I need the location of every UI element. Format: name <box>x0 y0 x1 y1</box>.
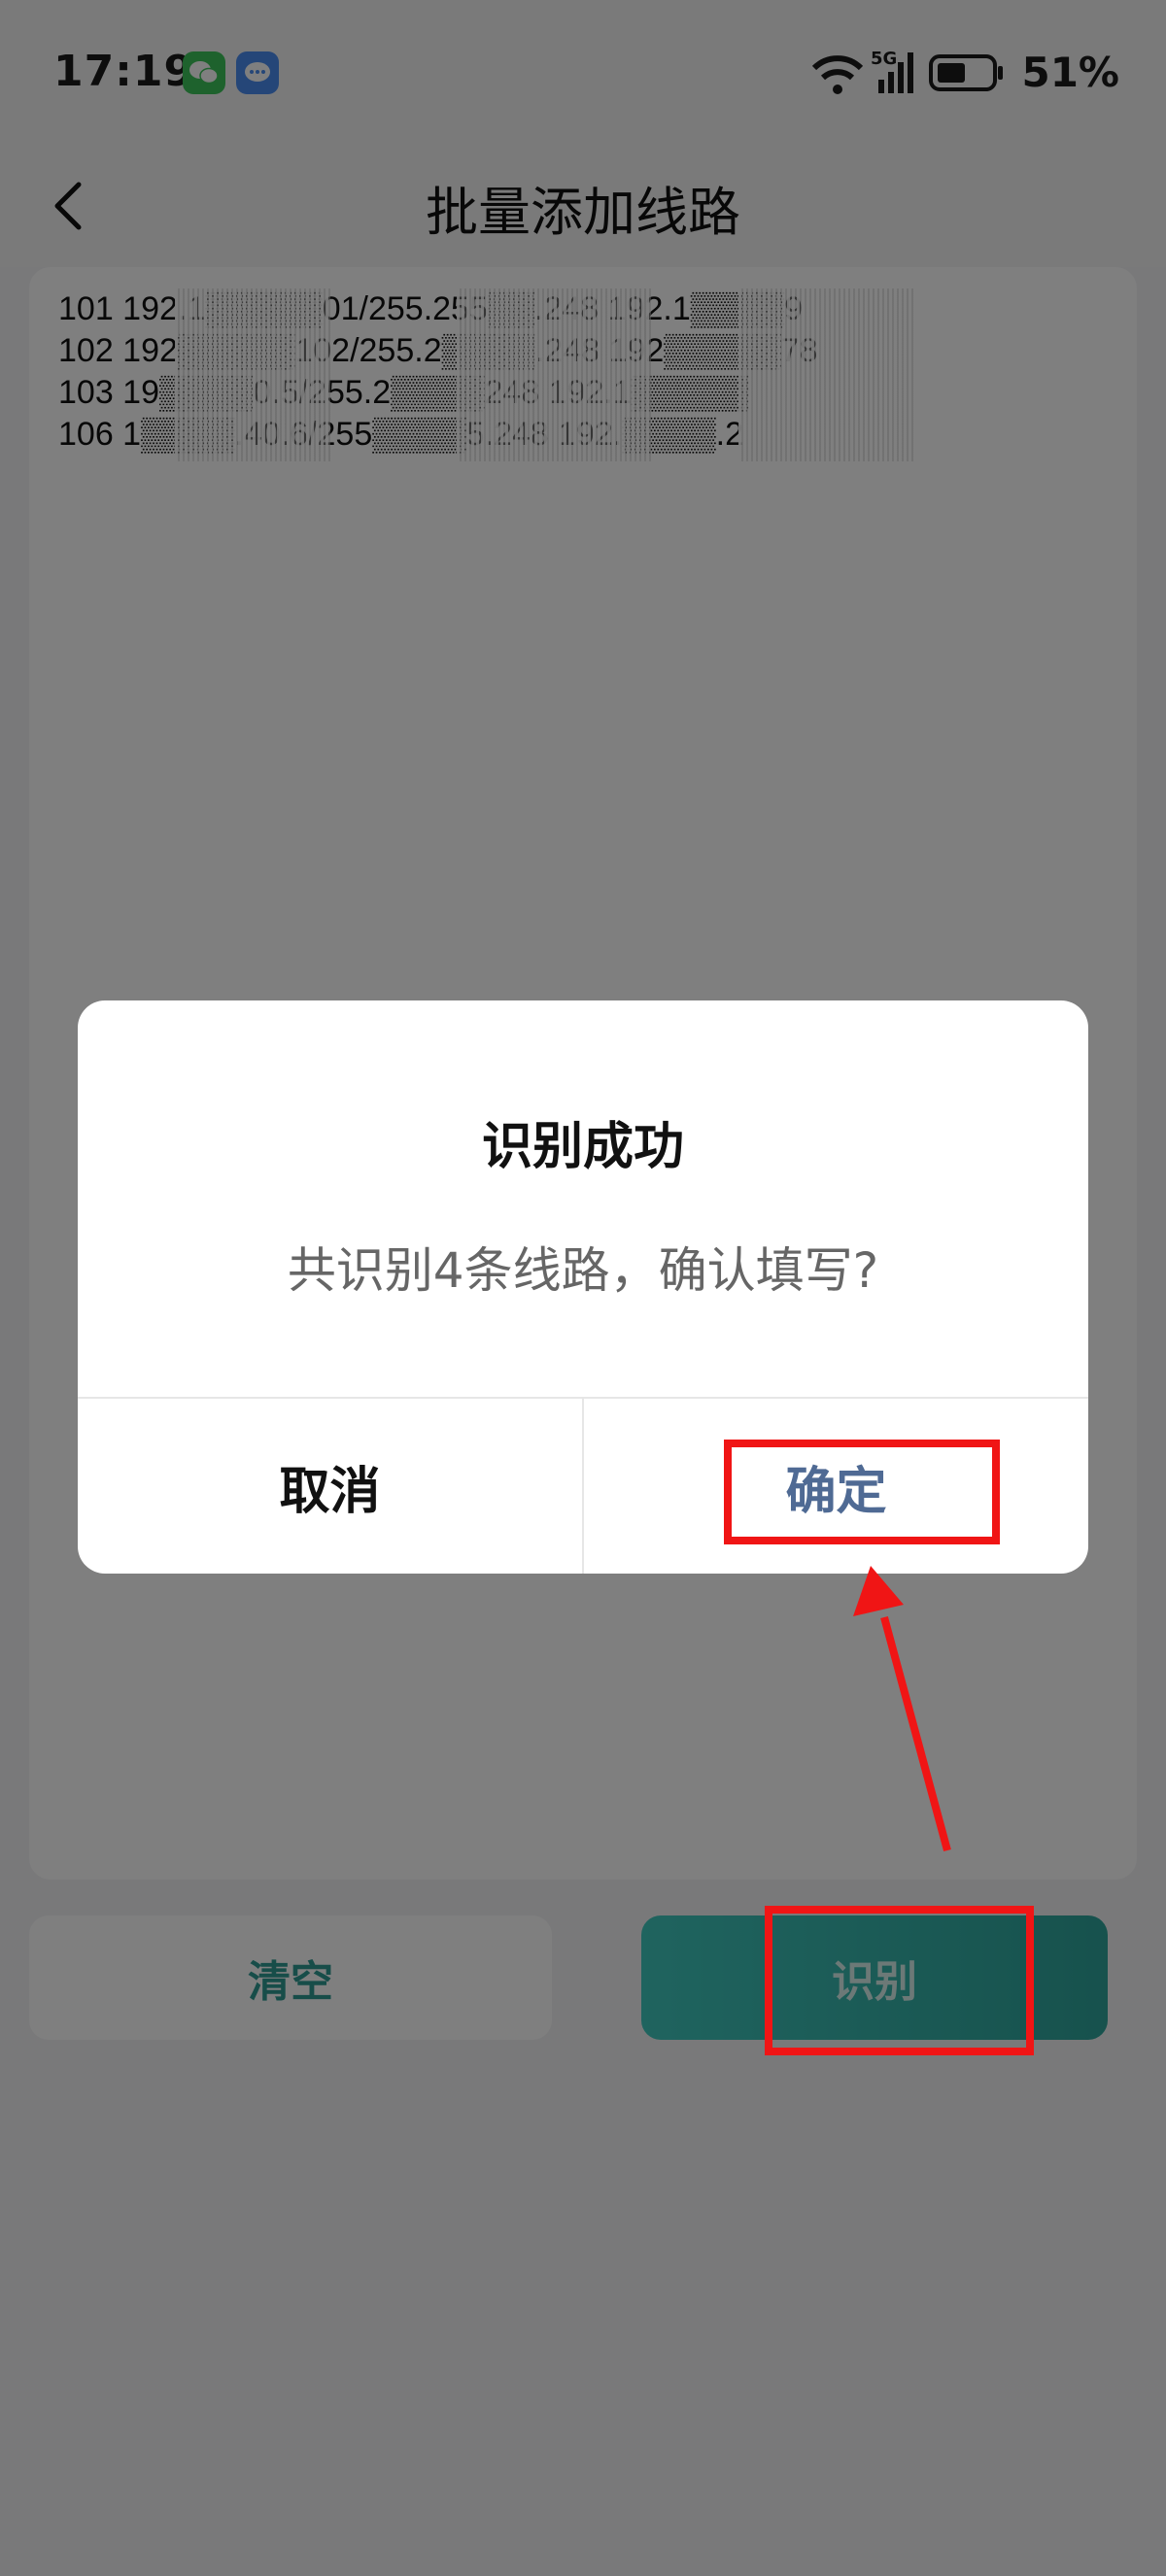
highlight-box-confirm <box>724 1440 1000 1544</box>
dialog-message: 共识别4条线路，确认填写? <box>287 1242 879 1299</box>
dialog-title: 识别成功 <box>481 1118 684 1176</box>
highlight-box-recognize <box>765 1906 1034 2055</box>
cancel-button[interactable]: 取消 <box>78 1399 582 1574</box>
